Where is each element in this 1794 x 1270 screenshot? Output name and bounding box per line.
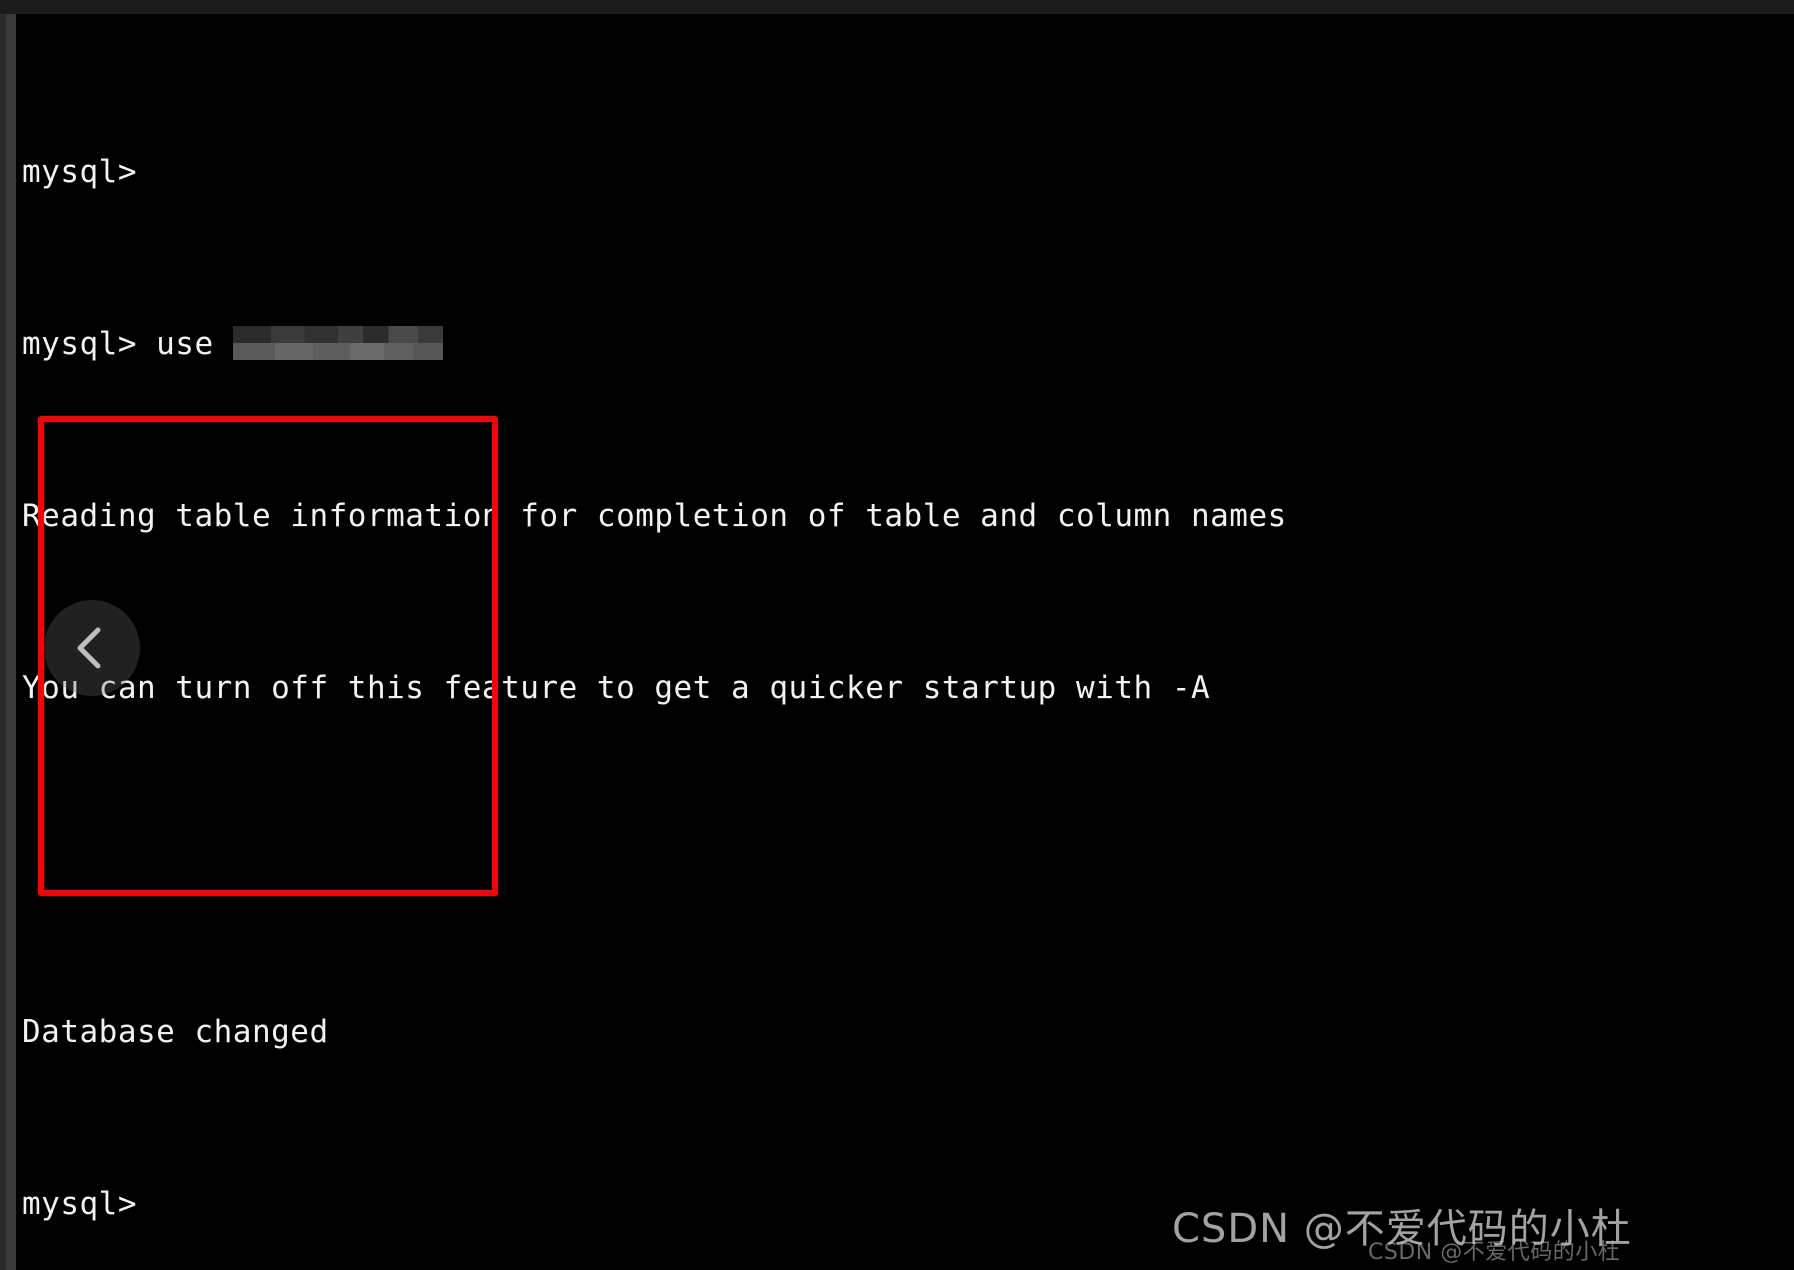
terminal-line-use-db: mysql> use [22,323,1794,366]
watermark-secondary: CSDN @不爱代码的小杜 [1368,1240,1621,1265]
line-text: mysql> [22,154,137,190]
window-left-scrollbar[interactable] [0,14,16,1270]
redacted-database-name [232,326,443,360]
line-text: You can turn off this feature to get a q… [22,670,1211,706]
line-text: mysql> use [22,326,233,362]
line-text: Database changed [22,1014,329,1050]
terminal-screenshot: mysql> mysql> use Reading table informat… [0,0,1794,1270]
window-top-bar [0,0,1794,14]
terminal-line: mysql> [22,151,1794,194]
terminal-output[interactable]: mysql> mysql> use Reading table informat… [16,14,1794,1270]
back-button[interactable] [44,600,140,696]
terminal-line-database-changed: Database changed [22,1011,1794,1054]
scrollbar-track [0,14,6,1270]
line-text: mysql> [22,1186,137,1222]
chevron-left-icon [77,627,101,669]
terminal-line: You can turn off this feature to get a q… [22,667,1794,710]
line-text: Reading table information for completion… [22,498,1287,534]
terminal-line: Reading table information for completion… [22,495,1794,538]
